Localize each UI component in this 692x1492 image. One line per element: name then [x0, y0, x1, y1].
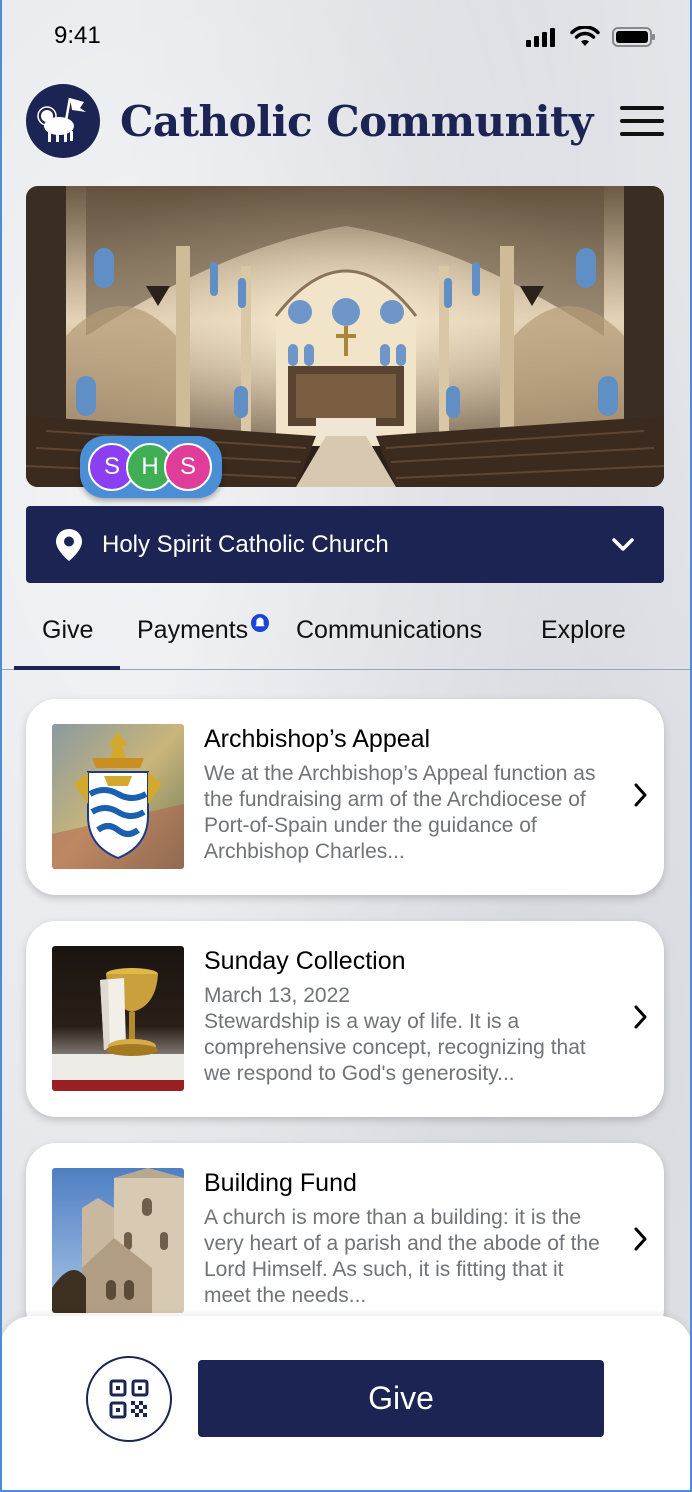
archdiocese-coat-of-arms-image	[52, 724, 184, 869]
chevron-right-icon	[634, 783, 647, 807]
app-header: Catholic Community	[26, 84, 666, 158]
fund-card-sunday-collection[interactable]: Sunday Collection March 13, 2022 Steward…	[26, 921, 664, 1117]
fund-card-archbishops-appeal[interactable]: Archbishop’s Appeal We at the Archbishop…	[26, 699, 664, 895]
chevron-right-icon	[634, 1005, 647, 1029]
card-description: March 13, 2022 Stewardship is a way of l…	[204, 984, 586, 1085]
member-avatars[interactable]: S H S	[80, 436, 222, 498]
wifi-icon	[570, 26, 600, 46]
church-building-image	[52, 1168, 184, 1313]
qr-code-button[interactable]	[86, 1356, 172, 1442]
card-title: Archbishop’s Appeal	[204, 725, 431, 753]
tab-give[interactable]: Give	[42, 616, 93, 645]
cellular-signal-icon	[526, 28, 555, 47]
card-description: A church is more than a building: it is …	[204, 1206, 600, 1307]
active-tab-indicator	[14, 666, 120, 670]
bottom-action-bar: Give	[0, 1316, 692, 1492]
chevron-right-icon	[634, 1227, 647, 1251]
tab-payments[interactable]: Payments	[137, 616, 248, 645]
status-bar: 9:41	[0, 0, 692, 72]
qr-code-icon	[109, 1379, 149, 1419]
status-icons	[526, 26, 656, 48]
hamburger-menu-icon[interactable]	[620, 106, 664, 136]
chevron-down-icon	[612, 537, 634, 551]
notification-bell-icon	[251, 614, 269, 632]
location-pin-icon	[56, 528, 82, 561]
status-time: 9:41	[54, 22, 101, 49]
battery-icon	[612, 27, 655, 47]
app-title: Catholic Community	[120, 96, 593, 146]
card-title: Sunday Collection	[204, 947, 406, 975]
fund-card-building-fund[interactable]: Building Fund A church is more than a bu…	[26, 1143, 664, 1339]
lamb-logo-icon	[26, 84, 100, 158]
card-description: We at the Archbishop’s Appeal function a…	[204, 762, 596, 863]
tab-bar: Give Payments Communications Explore	[0, 604, 692, 670]
church-selector[interactable]: Holy Spirit Catholic Church	[26, 506, 664, 583]
card-title: Building Fund	[204, 1169, 357, 1197]
chalice-image	[52, 946, 184, 1091]
give-button[interactable]: Give	[198, 1360, 604, 1437]
tab-communications[interactable]: Communications	[296, 616, 482, 645]
tab-explore[interactable]: Explore	[541, 616, 626, 645]
church-name: Holy Spirit Catholic Church	[102, 530, 389, 558]
avatar: S	[164, 443, 212, 491]
